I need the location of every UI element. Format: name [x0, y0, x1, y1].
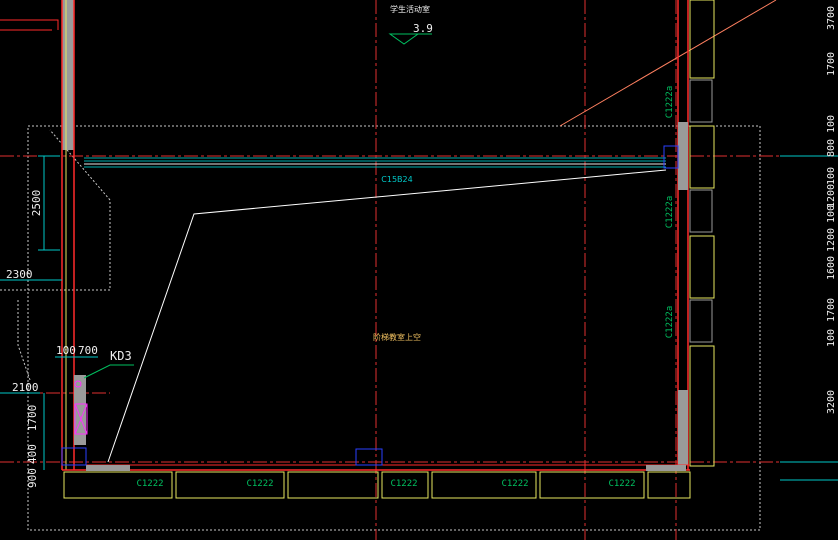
window-label-right-2: C1222a — [665, 306, 675, 339]
opening-label: KD3 — [110, 349, 132, 363]
right-dim-8: 1600 — [826, 256, 837, 280]
right-dim-2: 100 — [826, 115, 837, 133]
window-label-bottom-0: C1222 — [136, 479, 163, 489]
bottom-wall-column-left — [86, 465, 130, 471]
beam-band — [84, 145, 679, 169]
dim-2300: 2300 — [6, 268, 33, 281]
cad-drawing-canvas[interactable]: 学生活动室 3.9 C15B24 阶梯教室上空 KD3 2500 2300 10… — [0, 0, 838, 540]
right-dim-1: 1700 — [826, 52, 837, 76]
bottom-window-labels: C1222 C1222 C1222 C1222 C1222 — [136, 479, 635, 489]
dim-2100: 2100 — [12, 381, 39, 394]
right-wall-windows — [689, 0, 715, 467]
right-window-frame-3 — [689, 235, 715, 299]
dim-700: 700 — [78, 344, 98, 357]
right-opening-2 — [689, 189, 713, 233]
window-label-bottom-4: C1222 — [608, 479, 635, 489]
right-dim-9: 1700 — [826, 298, 837, 322]
bottom-window-frame-3 — [287, 471, 379, 499]
left-wall-top-return — [0, 19, 59, 31]
window-label-bottom-2: C1222 — [390, 479, 417, 489]
left-wall — [0, 0, 86, 470]
right-opening-1 — [689, 79, 713, 123]
right-window-frame-2 — [689, 125, 715, 189]
room-label-center: 阶梯教室上空 — [373, 332, 421, 342]
window-label-right-0: C1222a — [665, 86, 675, 119]
window-label-bottom-1: C1222 — [246, 479, 273, 489]
room-label-top: 学生活动室 — [390, 4, 430, 14]
dim-100: 100 — [56, 344, 76, 357]
bottom-window-frame-7 — [647, 471, 691, 499]
window-label-bottom-3: C1222 — [501, 479, 528, 489]
dim-900: 900 — [26, 468, 39, 488]
right-window-frame-1 — [689, 0, 715, 79]
kd3-leader — [83, 364, 134, 379]
right-dim-11: 3200 — [826, 390, 837, 414]
dim-1700: 1700 — [26, 405, 39, 432]
right-window-frame-4 — [689, 345, 715, 467]
right-dimension-texts: 3700170010080010012001001200160017001003… — [826, 6, 837, 414]
right-wall-column-bottom — [678, 390, 688, 465]
bottom-wall-column-right — [646, 465, 686, 471]
elevation-value: 3.9 — [413, 22, 433, 35]
window-label-right-1: C1222a — [665, 196, 675, 229]
right-dim-3: 800 — [826, 139, 837, 157]
blue-pier-box — [355, 448, 383, 466]
revision-cloud-left — [0, 129, 111, 291]
right-dim-4: 100 — [826, 167, 837, 185]
right-dim-0: 3700 — [826, 6, 837, 30]
beam-label: C15B24 — [381, 175, 412, 184]
elevation-triangle — [388, 33, 420, 45]
right-wall-openings — [689, 79, 713, 343]
left-wall-column — [62, 0, 74, 150]
right-wall — [677, 0, 715, 470]
dim-2500: 2500 — [30, 190, 43, 217]
dim-400: 400 — [26, 444, 39, 464]
elevation-marker — [388, 33, 432, 45]
right-dim-7: 1200 — [826, 228, 837, 252]
right-dim-10: 100 — [826, 329, 837, 347]
right-dim-6: 100 — [826, 205, 837, 223]
right-opening-3 — [689, 299, 713, 343]
right-wall-column-top — [678, 122, 688, 190]
slab-outline-line — [107, 169, 667, 463]
right-dim-5: 1200 — [826, 184, 837, 208]
right-window-labels: C1222a C1222a C1222a — [665, 86, 675, 339]
